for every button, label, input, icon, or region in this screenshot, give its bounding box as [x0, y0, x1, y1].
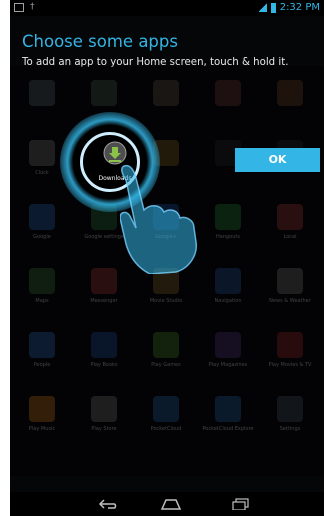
- download-icon[interactable]: [102, 140, 128, 166]
- touch-hand-icon: [120, 164, 198, 274]
- status-bar: † 2:32 PM: [10, 0, 324, 16]
- back-icon[interactable]: [98, 498, 118, 510]
- status-clock: 2:32 PM: [279, 2, 320, 13]
- navigation-bar: [10, 492, 324, 516]
- page-title: Choose some apps: [22, 32, 178, 51]
- usb-icon: †: [30, 2, 35, 12]
- battery-icon: [270, 2, 276, 13]
- home-icon[interactable]: [160, 498, 182, 510]
- device-screen: † 2:32 PM Choose some apps To add an app…: [10, 0, 324, 516]
- screenshot-notification-icon: [14, 2, 24, 12]
- signal-icon: [258, 3, 267, 12]
- ok-button[interactable]: OK: [235, 148, 320, 172]
- recent-apps-icon[interactable]: [232, 498, 252, 510]
